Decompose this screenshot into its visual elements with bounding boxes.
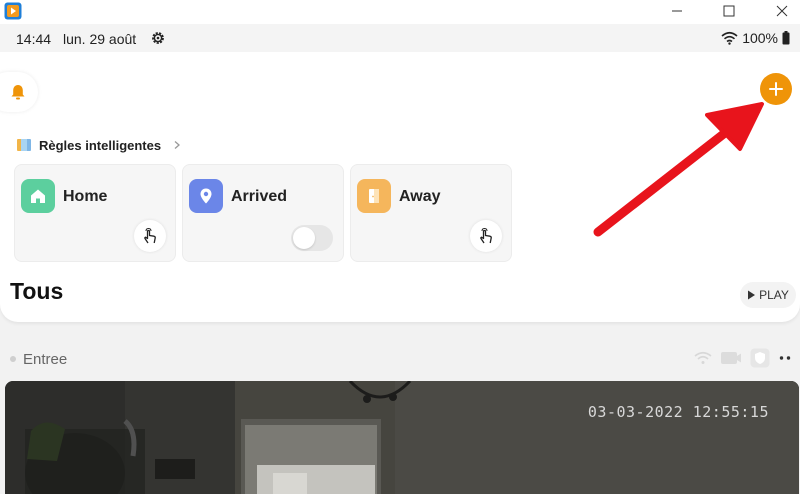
- status-bar: 14:44 lun. 29 août 100%: [0, 24, 800, 52]
- add-button[interactable]: [760, 73, 792, 105]
- chevron-right-icon: [174, 141, 181, 149]
- camera-name: Entree: [23, 351, 68, 368]
- camera-status-dot: [10, 356, 16, 362]
- battery-icon: [782, 31, 790, 45]
- smart-rules-link[interactable]: Règles intelligentes: [16, 136, 182, 154]
- maximize-button[interactable]: [709, 0, 749, 22]
- rule-card-home[interactable]: Home: [14, 164, 176, 262]
- camera-header: Entree: [0, 340, 800, 380]
- tap-hand-icon: [144, 227, 156, 244]
- minimize-button[interactable]: [657, 0, 697, 22]
- settings-gear-icon: [152, 32, 164, 44]
- home-icon: [21, 179, 55, 213]
- close-button[interactable]: [762, 0, 800, 22]
- more-options-icon[interactable]: [778, 351, 792, 365]
- run-rule-button[interactable]: [470, 220, 502, 252]
- rule-toggle[interactable]: [291, 225, 333, 251]
- smart-rules-title: Règles intelligentes: [39, 137, 162, 153]
- sd-card-icon[interactable]: [720, 350, 742, 366]
- location-pin-icon: [189, 179, 223, 213]
- battery-percent: 100%: [742, 30, 778, 46]
- notifications-button[interactable]: [0, 72, 38, 112]
- status-date: lun. 29 août: [63, 31, 137, 47]
- door-icon: [357, 179, 391, 213]
- wifi-signal-icon: [694, 351, 712, 364]
- bell-icon: [11, 85, 25, 100]
- rule-card-label: Arrived: [231, 188, 288, 205]
- status-indicators: 100%: [721, 30, 790, 46]
- rule-card-label: Home: [63, 188, 108, 205]
- minimize-icon: [672, 10, 682, 12]
- play-icon: [748, 290, 756, 300]
- rules-book-icon: [17, 139, 31, 151]
- devices-section-title: Tous: [10, 278, 64, 304]
- plus-icon: [769, 82, 783, 96]
- rule-card-away[interactable]: Away: [350, 164, 512, 262]
- camera-timestamp: 03-03-2022 12:55:15: [587, 403, 769, 421]
- window-titlebar: [0, 0, 800, 24]
- camera-toolbar: [694, 348, 792, 368]
- toggle-knob: [293, 227, 315, 249]
- maximize-icon: [723, 5, 735, 17]
- rule-card-arrived[interactable]: Arrived: [182, 164, 344, 262]
- smart-home-panel: Règles intelligentes Home Arrived Away T…: [0, 52, 800, 322]
- wifi-icon: [721, 31, 738, 45]
- play-button[interactable]: PLAY: [740, 282, 796, 308]
- close-icon: [776, 5, 788, 17]
- status-time: 14:44: [16, 31, 52, 47]
- run-rule-button[interactable]: [134, 220, 166, 252]
- app-logo-icon: [4, 2, 22, 20]
- camera-scene-image: [5, 381, 799, 494]
- privacy-shield-icon[interactable]: [750, 348, 770, 368]
- rule-card-label: Away: [399, 188, 441, 205]
- tap-hand-icon: [480, 227, 492, 244]
- play-label: PLAY: [759, 288, 789, 302]
- camera-live-view[interactable]: 03-03-2022 12:55:15: [5, 381, 799, 494]
